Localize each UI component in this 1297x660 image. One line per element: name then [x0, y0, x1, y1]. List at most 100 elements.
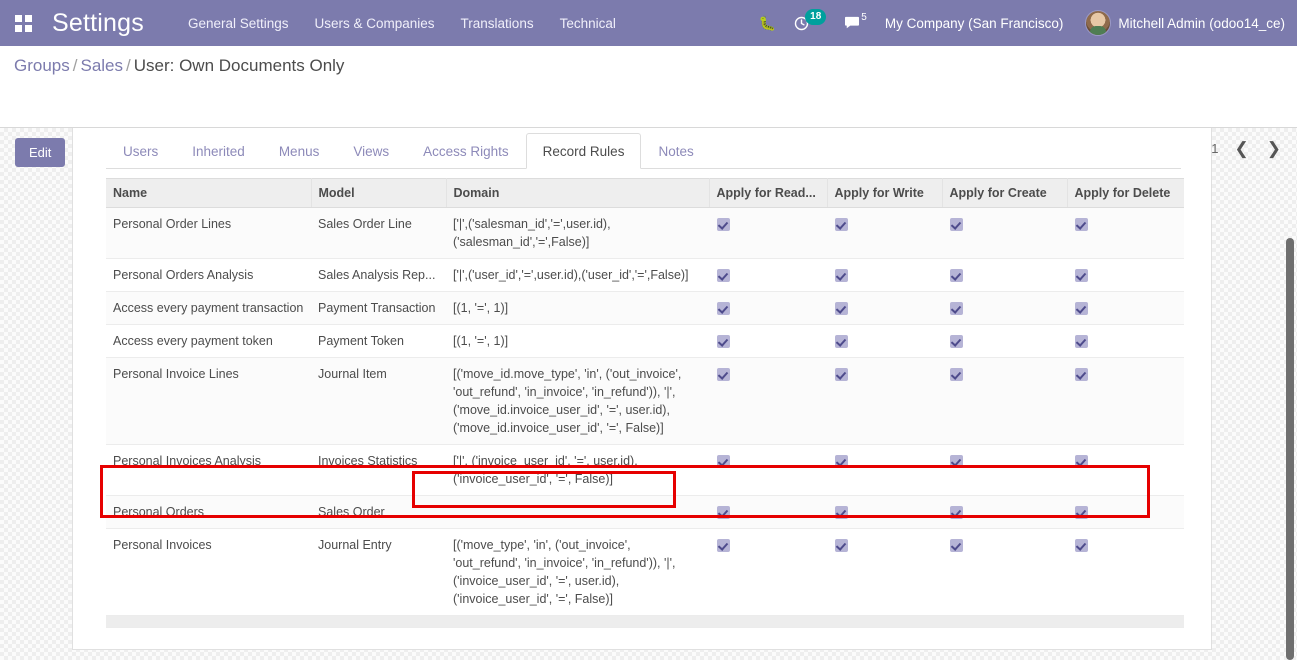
cell-apply-write[interactable] [827, 258, 942, 292]
cell-apply-write[interactable] [827, 324, 942, 358]
checkbox-create-checked-icon[interactable] [950, 539, 963, 553]
cell-apply-create[interactable] [942, 495, 1067, 529]
table-row[interactable]: Personal Invoices Journal Entry [('move_ty… [106, 528, 1184, 616]
table-row[interactable]: Personal Invoices Analysis Invoices Stati… [106, 444, 1184, 496]
checkbox-delete-checked-icon[interactable] [1075, 506, 1088, 520]
checkbox-read-checked-icon[interactable] [717, 368, 730, 382]
cell-apply-read[interactable] [709, 528, 827, 616]
checkbox-write-checked-icon[interactable] [835, 218, 848, 232]
checkbox-delete-checked-icon[interactable] [1075, 302, 1088, 316]
cell-apply-read[interactable] [709, 207, 827, 259]
checkbox-write-checked-icon[interactable] [835, 455, 848, 469]
cell-apply-read[interactable] [709, 291, 827, 325]
cell-apply-create[interactable] [942, 357, 1067, 445]
chevron-left-icon[interactable]: ❮ [1233, 140, 1251, 157]
company-switcher[interactable]: My Company (San Francisco) [885, 16, 1064, 31]
column-header-apply-read[interactable]: Apply for Read... [709, 178, 828, 208]
checkbox-write-checked-icon[interactable] [835, 302, 848, 316]
tab-users[interactable]: Users [106, 133, 175, 169]
checkbox-read-checked-icon[interactable] [717, 455, 730, 469]
cell-apply-read[interactable] [709, 324, 827, 358]
cell-apply-delete[interactable] [1067, 207, 1184, 259]
checkbox-create-checked-icon[interactable] [950, 335, 963, 349]
tab-views[interactable]: Views [336, 133, 406, 169]
checkbox-create-checked-icon[interactable] [950, 302, 963, 316]
cell-apply-delete[interactable] [1067, 357, 1184, 445]
checkbox-read-checked-icon[interactable] [717, 335, 730, 349]
cell-apply-delete[interactable] [1067, 495, 1184, 529]
app-brand-title[interactable]: Settings [52, 9, 144, 38]
cell-apply-delete[interactable] [1067, 528, 1184, 616]
tab-notes[interactable]: Notes [641, 133, 710, 169]
column-header-model[interactable]: Model [311, 178, 447, 208]
cell-apply-read[interactable] [709, 357, 827, 445]
checkbox-read-checked-icon[interactable] [717, 302, 730, 316]
checkbox-create-checked-icon[interactable] [950, 455, 963, 469]
cell-apply-create[interactable] [942, 291, 1067, 325]
cell-apply-read[interactable] [709, 258, 827, 292]
table-row[interactable]: Personal Invoice Lines Journal Item [('mov… [106, 357, 1184, 445]
cell-apply-create[interactable] [942, 528, 1067, 616]
cell-apply-write[interactable] [827, 495, 942, 529]
breadcrumb-item-sales[interactable]: Sales [80, 56, 123, 75]
cell-apply-read[interactable] [709, 495, 827, 529]
checkbox-read-checked-icon[interactable] [717, 539, 730, 553]
checkbox-delete-checked-icon[interactable] [1075, 335, 1088, 349]
tab-menus[interactable]: Menus [262, 133, 337, 169]
column-header-apply-delete[interactable]: Apply for Delete [1067, 178, 1184, 208]
chevron-right-icon[interactable]: ❯ [1265, 140, 1283, 157]
column-header-name[interactable]: Name [106, 178, 312, 208]
table-row[interactable]: Personal Orders Analysis Sales Analysis R… [106, 258, 1184, 292]
tab-record-rules[interactable]: Record Rules [525, 133, 642, 169]
checkbox-create-checked-icon[interactable] [950, 269, 963, 283]
checkbox-create-checked-icon[interactable] [950, 218, 963, 232]
checkbox-read-checked-icon[interactable] [717, 506, 730, 520]
column-header-apply-write[interactable]: Apply for Write [827, 178, 943, 208]
checkbox-write-checked-icon[interactable] [835, 368, 848, 382]
cell-apply-delete[interactable] [1067, 324, 1184, 358]
cell-apply-read[interactable] [709, 444, 827, 496]
nav-item-general-settings[interactable]: General Settings [188, 16, 289, 31]
checkbox-create-checked-icon[interactable] [950, 368, 963, 382]
checkbox-write-checked-icon[interactable] [835, 506, 848, 520]
column-header-apply-create[interactable]: Apply for Create [942, 178, 1068, 208]
cell-apply-delete[interactable] [1067, 444, 1184, 496]
cell-apply-write[interactable] [827, 444, 942, 496]
checkbox-delete-checked-icon[interactable] [1075, 368, 1088, 382]
nav-item-technical[interactable]: Technical [560, 16, 616, 31]
table-row[interactable]: Access every payment transaction Payment … [106, 291, 1184, 325]
cell-apply-write[interactable] [827, 291, 942, 325]
checkbox-write-checked-icon[interactable] [835, 335, 848, 349]
checkbox-delete-checked-icon[interactable] [1075, 218, 1088, 232]
nav-item-translations[interactable]: Translations [461, 16, 534, 31]
column-header-domain[interactable]: Domain [446, 178, 710, 208]
checkbox-delete-checked-icon[interactable] [1075, 269, 1088, 283]
cell-apply-write[interactable] [827, 357, 942, 445]
debug-menu-button[interactable]: 🐛 [759, 16, 776, 30]
edit-button[interactable]: Edit [15, 138, 66, 167]
cell-apply-create[interactable] [942, 207, 1067, 259]
checkbox-create-checked-icon[interactable] [950, 506, 963, 520]
table-row[interactable]: Access every payment token Payment Token[… [106, 324, 1184, 358]
tab-access-rights[interactable]: Access Rights [406, 133, 526, 169]
apps-menu-button[interactable] [0, 0, 46, 46]
cell-apply-write[interactable] [827, 207, 942, 259]
page-scrollbar-thumb[interactable] [1286, 238, 1294, 660]
checkbox-write-checked-icon[interactable] [835, 539, 848, 553]
tab-inherited[interactable]: Inherited [175, 133, 262, 169]
breadcrumb-item-groups[interactable]: Groups [14, 56, 70, 75]
checkbox-read-checked-icon[interactable] [717, 218, 730, 232]
nav-item-users-companies[interactable]: Users & Companies [315, 16, 435, 31]
checkbox-delete-checked-icon[interactable] [1075, 539, 1088, 553]
checkbox-read-checked-icon[interactable] [717, 269, 730, 283]
cell-apply-create[interactable] [942, 258, 1067, 292]
cell-apply-create[interactable] [942, 444, 1067, 496]
messaging-menu-button[interactable]: 5 [844, 12, 867, 30]
table-row[interactable]: Personal Order Lines Sales Order Line ['|'… [106, 207, 1184, 259]
checkbox-write-checked-icon[interactable] [835, 269, 848, 283]
table-row[interactable]: Personal Orders Sales Order [106, 495, 1184, 529]
user-menu-button[interactable]: Mitchell Admin (odoo14_ce) [1085, 10, 1285, 36]
cell-apply-write[interactable] [827, 528, 942, 616]
checkbox-delete-checked-icon[interactable] [1075, 455, 1088, 469]
cell-apply-delete[interactable] [1067, 258, 1184, 292]
